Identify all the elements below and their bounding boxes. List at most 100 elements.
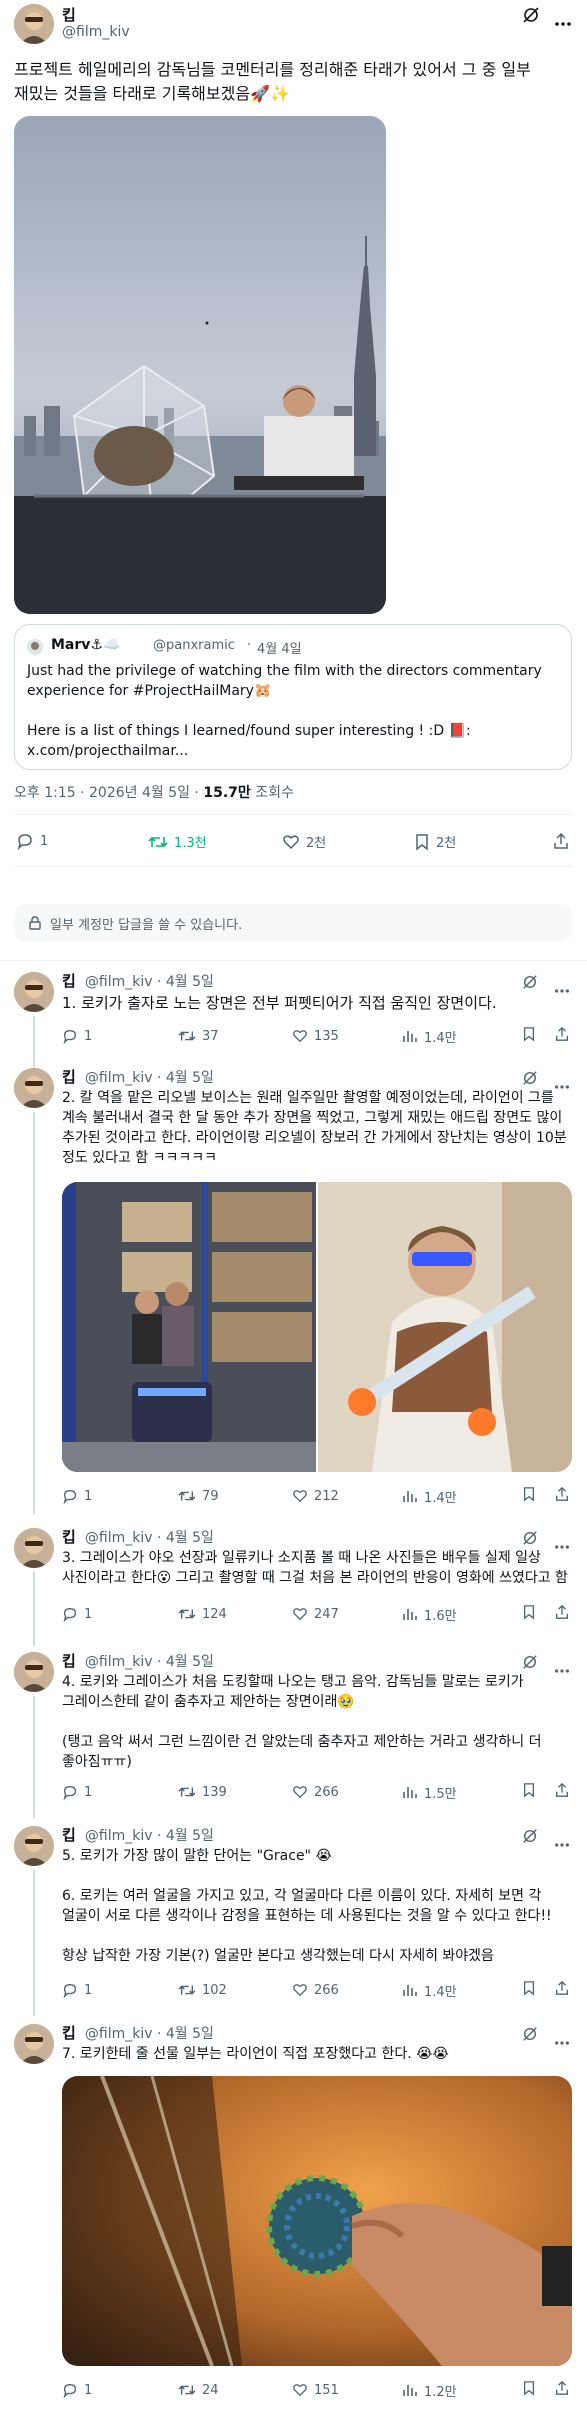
like-button[interactable]: 135 bbox=[292, 1028, 339, 1044]
tweet-photo[interactable] bbox=[14, 116, 386, 614]
avatar[interactable] bbox=[14, 1652, 54, 1692]
share-icon[interactable] bbox=[554, 1026, 570, 1046]
views-count: 1.6만 bbox=[424, 1608, 457, 1624]
reply-button[interactable]: 1 bbox=[62, 2382, 92, 2398]
share-icon[interactable] bbox=[554, 1782, 570, 1802]
reply-icon bbox=[63, 1029, 77, 1044]
views-icon bbox=[403, 1031, 417, 1042]
avatar[interactable] bbox=[14, 1068, 54, 1108]
reply-button[interactable]: 1 bbox=[62, 1028, 92, 1044]
views-icon bbox=[403, 2385, 417, 2396]
bookmark-icon[interactable] bbox=[522, 1604, 536, 1624]
like-count: 266 bbox=[314, 1982, 339, 1998]
retweet-button[interactable]: 37 bbox=[178, 1028, 219, 1044]
avatar[interactable] bbox=[14, 2024, 54, 2064]
reply-button[interactable]: 1 bbox=[62, 1606, 92, 1622]
retweet-button[interactable]: 79 bbox=[178, 1488, 219, 1504]
grok-icon[interactable] bbox=[522, 1828, 538, 1848]
reply-icon bbox=[63, 1489, 77, 1504]
retweet-button[interactable]: 1.3천 bbox=[148, 832, 207, 851]
reply-button[interactable]: 1 bbox=[62, 1488, 92, 1504]
retweet-button[interactable]: 139 bbox=[178, 1784, 227, 1800]
quote-tweet[interactable]: Marv⚓☁️ @panxramic · 4월 4일 Just had the … bbox=[14, 624, 572, 770]
bookmark-icon[interactable] bbox=[522, 1980, 536, 2000]
avatar[interactable] bbox=[14, 4, 54, 44]
share-icon[interactable] bbox=[554, 2380, 570, 2400]
author-handle[interactable]: @film_kiv · 4월 5일 bbox=[85, 1654, 214, 1670]
like-button[interactable]: 266 bbox=[292, 1982, 339, 1998]
bookmark-icon[interactable] bbox=[522, 1026, 536, 1046]
author-handle[interactable]: @film_kiv · 4월 5일 bbox=[85, 1070, 214, 1086]
like-button[interactable]: 212 bbox=[292, 1488, 339, 1504]
like-button[interactable]: 2천 bbox=[282, 832, 326, 851]
like-button[interactable]: 151 bbox=[292, 2382, 339, 2398]
author-name[interactable]: 킵 bbox=[62, 1068, 76, 1086]
avatar[interactable] bbox=[14, 1528, 54, 1568]
views-count: 1.2만 bbox=[424, 2384, 457, 2400]
bookmark-icon[interactable] bbox=[522, 1486, 536, 1506]
like-count: 2천 bbox=[306, 836, 327, 851]
views-button[interactable]: 1.5만 bbox=[402, 1783, 457, 1802]
author-name[interactable]: 킵 bbox=[62, 972, 76, 990]
avatar[interactable] bbox=[14, 972, 54, 1012]
tweet-timestamp[interactable]: 오후 1:15 · 2026년 4월 5일 · bbox=[14, 785, 203, 801]
author-name[interactable]: 킵 bbox=[62, 1652, 76, 1670]
grok-icon[interactable] bbox=[522, 6, 540, 28]
like-button[interactable]: 266 bbox=[292, 1784, 339, 1800]
views-button[interactable]: 1.4만 bbox=[402, 1027, 457, 1046]
reply-photo-grid[interactable] bbox=[62, 1182, 572, 1472]
reply-actions: 1 102 266 1.4만 bbox=[62, 1980, 572, 2000]
avatar[interactable] bbox=[14, 1826, 54, 1866]
more-icon[interactable] bbox=[554, 12, 572, 31]
thread-line bbox=[33, 1572, 35, 1646]
reply-text: 5. 로키가 가장 많이 말한 단어는 "Grace" 😭 6. 로키는 여러 … bbox=[62, 1848, 552, 1964]
retweet-count: 37 bbox=[202, 1028, 219, 1044]
share-icon[interactable] bbox=[552, 832, 570, 854]
author-handle[interactable]: @film_kiv · 4월 5일 bbox=[85, 2026, 214, 2042]
reply-button[interactable]: 1 bbox=[16, 832, 48, 850]
author-name[interactable]: 킵 bbox=[62, 2024, 76, 2042]
reply-button[interactable]: 1 bbox=[62, 1982, 92, 1998]
share-icon[interactable] bbox=[554, 1604, 570, 1624]
retweet-count: 139 bbox=[202, 1784, 227, 1800]
thread-line bbox=[33, 1016, 35, 1074]
grok-icon[interactable] bbox=[522, 974, 538, 994]
views-button[interactable]: 1.6만 bbox=[402, 1605, 457, 1624]
like-count: 212 bbox=[314, 1488, 339, 1504]
views-button[interactable]: 1.4만 bbox=[402, 1487, 457, 1506]
retweet-icon bbox=[178, 1609, 196, 1619]
reply-actions: 1 79 212 1.4만 bbox=[62, 1486, 572, 1506]
bookmark-icon[interactable] bbox=[522, 1782, 536, 1802]
retweet-button[interactable]: 102 bbox=[178, 1982, 227, 1998]
author-handle[interactable]: @film_kiv · 4월 5일 bbox=[85, 1530, 214, 1546]
grok-icon[interactable] bbox=[522, 1654, 538, 1674]
author-handle[interactable]: @film_kiv · 4월 5일 bbox=[85, 974, 214, 990]
like-count: 151 bbox=[314, 2382, 339, 2398]
retweet-icon bbox=[148, 836, 168, 847]
thread-line bbox=[33, 1112, 35, 1514]
divider bbox=[0, 960, 587, 961]
reply-count: 1 bbox=[84, 2382, 93, 2398]
share-icon[interactable] bbox=[554, 1980, 570, 2000]
author-name[interactable]: 킵 bbox=[62, 4, 76, 25]
bookmark-icon[interactable] bbox=[522, 2380, 536, 2400]
retweet-button[interactable]: 24 bbox=[178, 2382, 219, 2398]
grok-icon[interactable] bbox=[522, 1530, 538, 1550]
quote-dot: · bbox=[247, 638, 252, 653]
author-name[interactable]: 킵 bbox=[62, 1826, 76, 1844]
author-handle[interactable]: @film_kiv · 4월 5일 bbox=[85, 1828, 214, 1844]
reply-text: 1. 로키가 출자로 노는 장면은 전부 퍼펫티어가 직접 움직인 장면이다. bbox=[62, 994, 497, 1012]
share-icon[interactable] bbox=[554, 1486, 570, 1506]
views-button[interactable]: 1.4만 bbox=[402, 1981, 457, 2000]
author-name[interactable]: 킵 bbox=[62, 1528, 76, 1546]
author-handle[interactable]: @film_kiv bbox=[62, 24, 130, 40]
grok-icon[interactable] bbox=[522, 2026, 538, 2046]
reply-button[interactable]: 1 bbox=[62, 1784, 92, 1800]
retweet-button[interactable]: 124 bbox=[178, 1606, 227, 1622]
like-button[interactable]: 247 bbox=[292, 1606, 339, 1622]
grok-icon[interactable] bbox=[522, 1070, 538, 1090]
reply-photo[interactable] bbox=[62, 2076, 572, 2366]
bookmark-button[interactable]: 2천 bbox=[414, 832, 456, 851]
heart-icon bbox=[293, 1030, 307, 1043]
views-button[interactable]: 1.2만 bbox=[402, 2381, 457, 2400]
